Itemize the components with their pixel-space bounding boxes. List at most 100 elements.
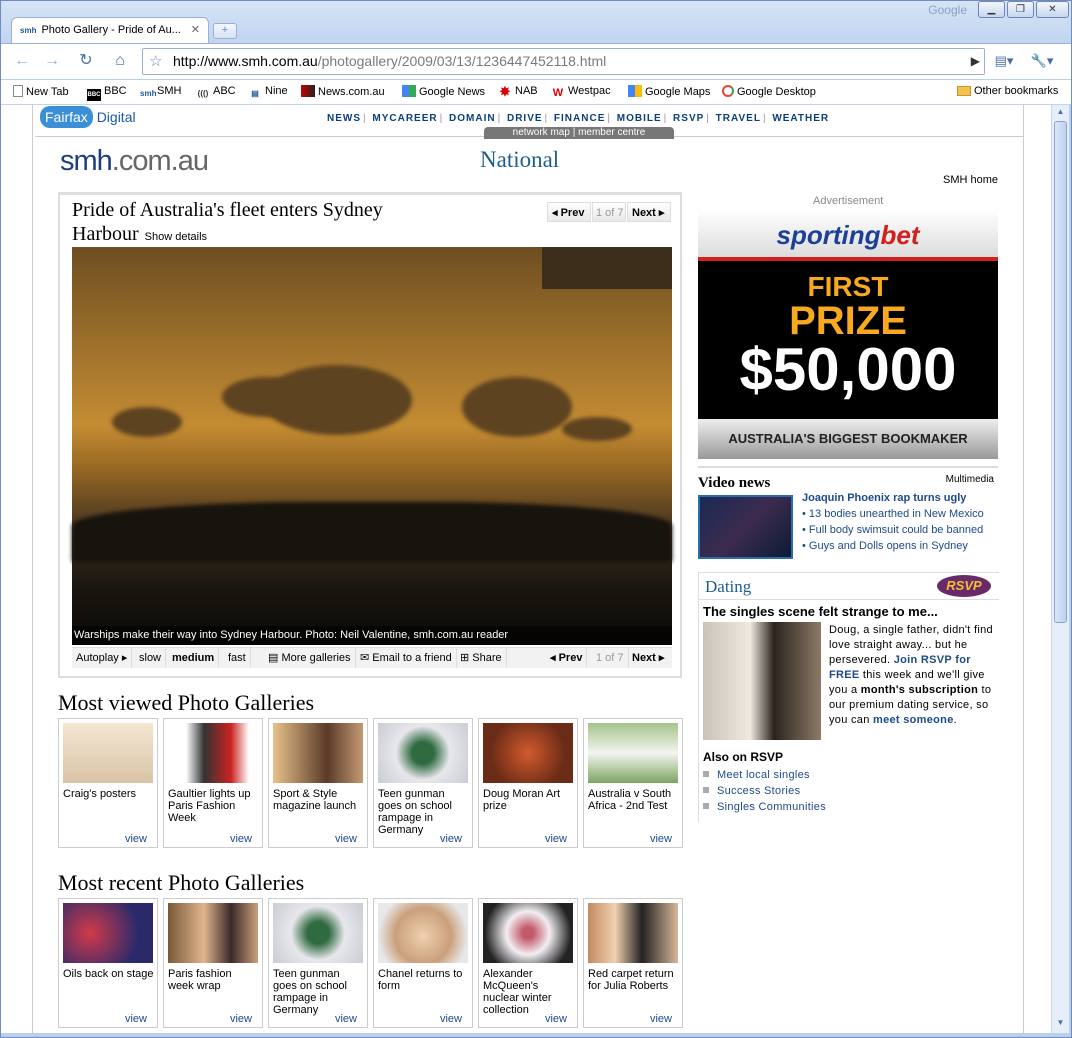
- thumbnail-image: [483, 903, 573, 963]
- video-item[interactable]: • Guys and Dolls opens in Sydney: [802, 540, 998, 552]
- scroll-up-icon[interactable]: ▲: [1054, 107, 1067, 120]
- bookmark-abc[interactable]: ((() ABC: [196, 85, 236, 100]
- view-link[interactable]: view: [230, 1013, 252, 1025]
- view-link[interactable]: view: [125, 1013, 147, 1025]
- go-icon[interactable]: ▶: [971, 49, 980, 74]
- bookmark-google-news[interactable]: Google News: [402, 85, 485, 98]
- show-details-link[interactable]: Show details: [145, 231, 207, 243]
- meet-someone-link[interactable]: meet someone: [873, 714, 954, 726]
- video-item[interactable]: • Full body swimsuit could be banned: [802, 524, 998, 536]
- rsvp-link[interactable]: Success Stories: [703, 783, 826, 799]
- share-button[interactable]: ⊞ Share: [456, 648, 507, 668]
- scroll-thumb[interactable]: [1054, 121, 1067, 623]
- address-bar[interactable]: ☆ http://www.smh.com.au/photogallery/200…: [142, 48, 985, 75]
- bookmark-bbc[interactable]: BBC BBC: [87, 85, 127, 101]
- bookmark-google-maps[interactable]: Google Maps: [628, 85, 710, 98]
- nav-news[interactable]: NEWS: [327, 113, 361, 124]
- nav-finance[interactable]: FINANCE: [554, 113, 605, 124]
- view-link[interactable]: view: [335, 833, 357, 845]
- gallery-card[interactable]: Gaultier lights up Paris Fashion Week vie…: [163, 718, 263, 848]
- speed-slow[interactable]: slow: [135, 648, 167, 668]
- scroll-down-icon[interactable]: ▼: [1054, 1018, 1067, 1031]
- bookmark-westpac[interactable]: W Westpac: [551, 85, 611, 99]
- video-item[interactable]: • 13 bodies unearthed in New Mexico: [802, 508, 998, 520]
- sportingbet-ad[interactable]: sportingbet FIRST PRIZE $50,000 AUSTRALI…: [698, 209, 998, 459]
- page-menu-icon[interactable]: ▤▾: [991, 49, 1017, 74]
- couple-photo[interactable]: [703, 622, 821, 740]
- smh-home-link[interactable]: SMH home: [943, 174, 998, 186]
- ad-prize: PRIZE: [789, 299, 907, 343]
- gallery-card[interactable]: Chanel returns to form view: [373, 898, 473, 1028]
- bookmark-news[interactable]: News.com.au: [301, 85, 385, 98]
- speed-medium[interactable]: medium: [168, 648, 220, 668]
- view-link[interactable]: view: [545, 833, 567, 845]
- close-tab-icon[interactable]: ✕: [191, 23, 200, 36]
- bottom-prev-button[interactable]: ◂ Prev: [546, 648, 588, 668]
- view-link[interactable]: view: [650, 833, 672, 845]
- thumbnail-image: [273, 723, 363, 783]
- gallery-card[interactable]: Doug Moran Art prize view: [478, 718, 578, 848]
- bookmark-new-tab[interactable]: New Tab: [13, 85, 69, 98]
- view-link[interactable]: view: [230, 833, 252, 845]
- more-galleries-button[interactable]: ▤ More galleries: [264, 648, 356, 668]
- vertical-scrollbar[interactable]: ▲ ▼: [1051, 105, 1069, 1033]
- nav-mycareer[interactable]: MYCAREER: [372, 113, 437, 124]
- network-map-link[interactable]: network map | member centre: [484, 127, 674, 139]
- new-tab-button[interactable]: +: [213, 23, 237, 39]
- view-link[interactable]: view: [335, 1013, 357, 1025]
- bookmark-google-desktop[interactable]: Google Desktop: [722, 85, 816, 98]
- minimize-button[interactable]: ▁: [978, 1, 1005, 18]
- forward-icon[interactable]: →: [39, 49, 65, 74]
- bookmark-nab[interactable]: ✸ NAB: [498, 85, 538, 98]
- browser-tab[interactable]: smh Photo Gallery - Pride of Au... ✕: [11, 17, 209, 43]
- nav-weather[interactable]: WEATHER: [772, 113, 829, 124]
- bookmark-nine[interactable]: ▤ Nine: [248, 85, 287, 100]
- video-lead-link[interactable]: Joaquin Phoenix rap turns ugly: [802, 492, 998, 504]
- smh-logo[interactable]: smh.com.au: [60, 145, 209, 178]
- multimedia-link[interactable]: Multimedia: [946, 474, 994, 485]
- most-recent-title: Most recent Photo Galleries: [58, 870, 305, 895]
- gallery-card[interactable]: Teen gunman goes on school rampage in Ge…: [373, 718, 473, 848]
- gallery-card[interactable]: Red carpet return for Julia Roberts view: [583, 898, 683, 1028]
- view-link[interactable]: view: [125, 833, 147, 845]
- rsvp-link[interactable]: Singles Communities: [703, 799, 826, 815]
- nav-travel[interactable]: TRAVEL: [716, 113, 761, 124]
- gallery-card[interactable]: Paris fashion week wrap view: [163, 898, 263, 1028]
- nav-rsvp[interactable]: RSVP: [673, 113, 704, 124]
- back-icon[interactable]: ←: [9, 49, 35, 74]
- gallery-card[interactable]: Craig's posters view: [58, 718, 158, 848]
- bookmark-star-icon[interactable]: ☆: [149, 49, 162, 74]
- bottom-next-button[interactable]: Next ▸: [628, 648, 668, 668]
- toolbar: ← → ↻ ⌂ ☆ http://www.smh.com.au/photogal…: [1, 43, 1071, 79]
- view-link[interactable]: view: [545, 1013, 567, 1025]
- gallery-card[interactable]: Teen gunman goes on school rampage in Ge…: [268, 898, 368, 1028]
- nav-domain[interactable]: DOMAIN: [449, 113, 496, 124]
- gallery-card[interactable]: Australia v South Africa - 2nd Test view: [583, 718, 683, 848]
- other-bookmarks[interactable]: Other bookmarks: [957, 85, 1058, 97]
- view-link[interactable]: view: [650, 1013, 672, 1025]
- reload-icon[interactable]: ↻: [73, 49, 99, 74]
- autoplay-label[interactable]: Autoplay ▸: [72, 648, 133, 668]
- maximize-button[interactable]: ❐: [1007, 1, 1034, 18]
- gallery-card[interactable]: Oils back on stage view: [58, 898, 158, 1028]
- fairfax-logo[interactable]: Fairfax Digital: [40, 106, 136, 128]
- nav-mobile[interactable]: MOBILE: [617, 113, 662, 124]
- speed-fast[interactable]: fast: [224, 648, 251, 668]
- gallery-photo[interactable]: Warships make their way into Sydney Harb…: [72, 247, 672, 645]
- next-button[interactable]: Next ▸: [627, 202, 671, 222]
- video-thumbnail[interactable]: [698, 495, 793, 559]
- rsvp-link[interactable]: Meet local singles: [703, 767, 826, 783]
- bookmark-smh[interactable]: smhSMH: [140, 85, 181, 100]
- home-icon[interactable]: ⌂: [107, 49, 133, 74]
- view-link[interactable]: view: [440, 1013, 462, 1025]
- email-friend-button[interactable]: ✉ Email to a friend: [356, 648, 457, 668]
- wrench-menu-icon[interactable]: 🔧▾: [1029, 49, 1055, 74]
- rsvp-logo[interactable]: RSVP: [937, 575, 991, 597]
- close-window-button[interactable]: ✕: [1036, 1, 1069, 18]
- nav-drive[interactable]: DRIVE: [507, 113, 543, 124]
- gallery-card[interactable]: Alexander McQueen's nuclear winter colle…: [478, 898, 578, 1028]
- dating-headline[interactable]: The singles scene felt strange to me...: [703, 604, 938, 619]
- view-link[interactable]: view: [440, 833, 462, 845]
- gallery-card[interactable]: Sport & Style magazine launch view: [268, 718, 368, 848]
- prev-button[interactable]: ◂ Prev: [547, 202, 591, 222]
